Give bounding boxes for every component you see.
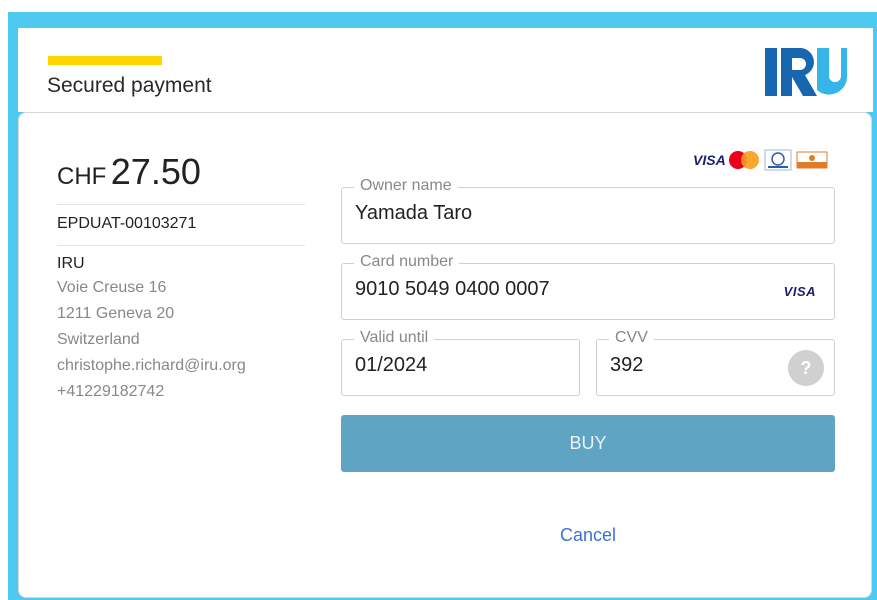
card-number-input[interactable] (355, 278, 774, 301)
merchant-name: IRU (57, 255, 85, 272)
visa-icon: VISA (693, 152, 726, 168)
card-brands: VISA (693, 149, 829, 171)
owner-name-input[interactable] (355, 202, 774, 225)
merchant-email: christophe.richard@iru.org (57, 357, 246, 374)
owner-name-field[interactable]: Owner name (341, 177, 835, 244)
card-number-field[interactable]: Card number VISA (341, 253, 835, 320)
visa-icon: VISA (783, 284, 816, 299)
owner-name-label: Owner name (354, 177, 458, 195)
diners-icon (764, 149, 792, 171)
amount: CHF 27.50 (57, 151, 305, 205)
valid-until-input[interactable] (355, 354, 557, 377)
iru-logo (765, 48, 847, 96)
discover-icon (796, 151, 828, 169)
header-accent-bar (48, 56, 162, 65)
merchant-address: Voie Creuse 16 1211 Geneva 20 Switzerlan… (57, 275, 305, 405)
cvv-label: CVV (609, 329, 654, 347)
valid-until-field[interactable]: Valid until (341, 329, 580, 396)
order-summary: CHF 27.50 EPDUAT-00103271 IRU Voie Creus… (57, 151, 305, 405)
order-reference: EPDUAT-00103271 (57, 205, 305, 246)
page-title: Secured payment (47, 74, 212, 97)
cancel-link[interactable]: Cancel (541, 525, 635, 546)
buy-button[interactable]: BUY (341, 415, 835, 472)
cvv-field[interactable]: CVV ? (596, 329, 835, 396)
help-icon[interactable]: ? (788, 350, 824, 386)
address-line: Voie Creuse 16 (57, 279, 167, 296)
card-number-label: Card number (354, 253, 460, 271)
mastercard-icon (729, 151, 759, 169)
payment-card: CHF 27.50 EPDUAT-00103271 IRU Voie Creus… (18, 112, 872, 598)
amount-value: 27.50 (110, 151, 201, 192)
header: Secured payment (18, 28, 873, 112)
merchant-phone: +41229182742 (57, 383, 165, 400)
address-line: Switzerland (57, 331, 140, 348)
cvv-input[interactable] (610, 354, 753, 377)
address-line: 1211 Geneva 20 (57, 305, 175, 322)
valid-until-label: Valid until (354, 329, 435, 347)
currency: CHF (57, 163, 107, 190)
svg-text:VISA: VISA (693, 152, 726, 168)
